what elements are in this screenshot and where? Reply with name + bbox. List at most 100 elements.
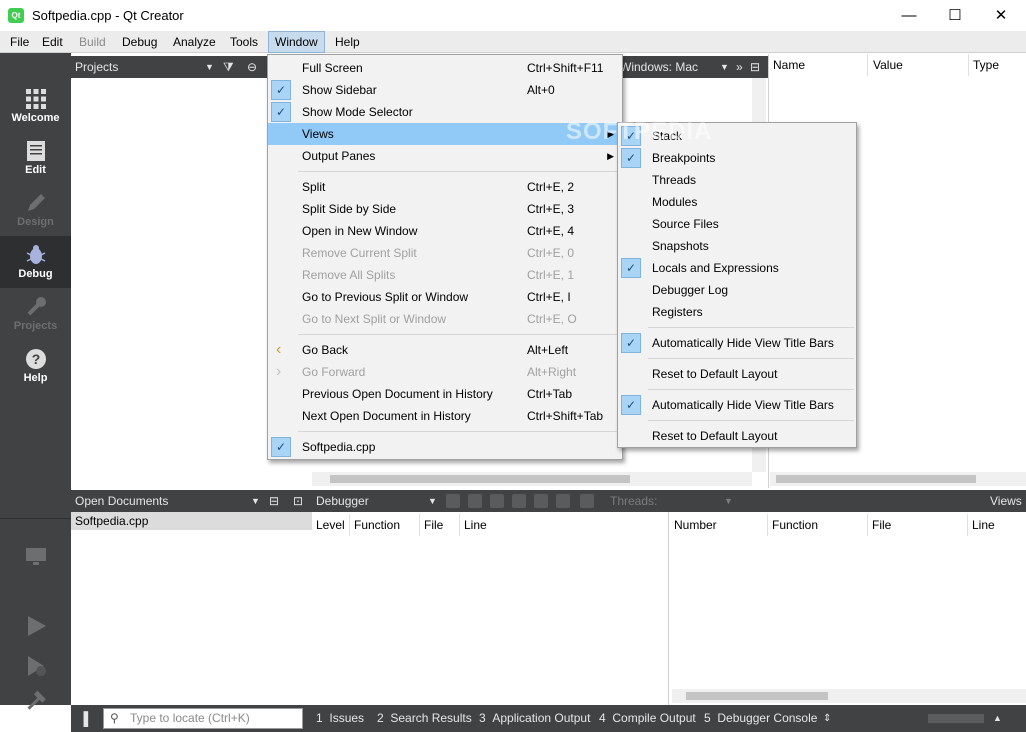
link-icon[interactable]: ⊖: [247, 56, 257, 78]
window-menu-item-split[interactable]: Split Ctrl+E, 2: [268, 176, 622, 198]
build-hammer-icon[interactable]: [24, 690, 48, 714]
editor-horizontal-scrollbar[interactable]: [312, 472, 752, 486]
mode-divider: [0, 518, 71, 519]
kit-label[interactable]: Windows: Mac: [620, 56, 698, 78]
locals-horizontal-scrollbar[interactable]: [770, 472, 1026, 486]
continue-icon[interactable]: [446, 494, 460, 508]
output-pane-button-2[interactable]: 2 Search Results: [377, 705, 472, 732]
views-menu-item-threads[interactable]: Threads: [618, 169, 856, 191]
views-menu-item-breakpoints[interactable]: ✓ Breakpoints: [618, 147, 856, 169]
window-menu-item-next-open-document-in-history[interactable]: Next Open Document in History Ctrl+Shift+…: [268, 405, 622, 427]
mode-design[interactable]: Design: [0, 184, 71, 236]
views-menu-item-registers[interactable]: Registers: [618, 301, 856, 323]
stack-column-line[interactable]: Line: [460, 514, 669, 536]
views-menu-item-debugger-log[interactable]: Debugger Log: [618, 279, 856, 301]
chevron-down-icon[interactable]: ▼: [428, 490, 437, 512]
output-pane-button-4[interactable]: 4 Compile Output: [599, 705, 696, 732]
breakpoints-column-function[interactable]: Function: [768, 514, 868, 536]
toggle-sidebar-icon[interactable]: ▐: [79, 705, 88, 732]
filter-icon[interactable]: ⧩: [223, 56, 234, 78]
maximize-button[interactable]: ☐: [932, 0, 978, 31]
locator-input[interactable]: ⚲ Type to locate (Ctrl+K): [103, 708, 303, 729]
window-menu-item-full-screen[interactable]: Full Screen Ctrl+Shift+F11: [268, 57, 622, 79]
menu-analyze[interactable]: Analyze: [167, 31, 222, 53]
mode-projects[interactable]: Projects: [0, 288, 71, 340]
run-play-icon[interactable]: [24, 614, 48, 638]
views-menu-item-locals-and-expressions[interactable]: ✓ Locals and Expressions: [618, 257, 856, 279]
step-into-icon[interactable]: [512, 494, 526, 508]
open-documents-title[interactable]: Open Documents: [75, 494, 168, 508]
window-menu-item-go-to-previous-split-or-window[interactable]: Go to Previous Split or Window Ctrl+E, I: [268, 286, 622, 308]
more-panes-icon[interactable]: ⇕: [823, 705, 831, 732]
breakpoints-horizontal-scrollbar[interactable]: [672, 689, 1026, 703]
stack-column-function[interactable]: Function: [350, 514, 420, 536]
chevron-up-icon[interactable]: ▲: [993, 705, 1002, 732]
scrollbar-thumb[interactable]: [776, 475, 976, 483]
help-icon: ?: [25, 348, 47, 370]
locals-column-type[interactable]: Type: [969, 54, 1026, 76]
stack-column-level[interactable]: Level: [312, 514, 350, 536]
menu-help[interactable]: Help: [329, 31, 366, 53]
close-pane-icon[interactable]: ⊡: [293, 490, 303, 512]
menu-build[interactable]: Build: [73, 31, 112, 53]
minimize-button[interactable]: —: [886, 0, 932, 31]
scrollbar-thumb[interactable]: [686, 692, 828, 700]
window-menu-item-split-side-by-side[interactable]: Split Side by Side Ctrl+E, 3: [268, 198, 622, 220]
window-menu-item-show-sidebar[interactable]: ✓ Show Sidebar Alt+0: [268, 79, 622, 101]
views-menu-item-snapshots[interactable]: Snapshots: [618, 235, 856, 257]
debugger-title[interactable]: Debugger: [316, 494, 369, 508]
views-menu-item-modules[interactable]: Modules: [618, 191, 856, 213]
breakpoints-column-line[interactable]: Line: [968, 514, 1026, 536]
menu-item-shortcut: Ctrl+Tab: [527, 387, 573, 401]
stop-icon[interactable]: [468, 494, 482, 508]
menu-edit[interactable]: Edit: [36, 31, 69, 53]
menu-file[interactable]: File: [4, 31, 35, 53]
menu-item-shortcut: Alt+0: [527, 83, 555, 97]
output-pane-button-5[interactable]: 5 Debugger Console: [704, 705, 817, 732]
window-menu-item-softpedia-cpp[interactable]: ✓ Softpedia.cpp: [268, 436, 622, 458]
chevron-down-icon[interactable]: ▼: [205, 56, 214, 78]
views-menu-item-reset-to-default-layout[interactable]: Reset to Default Layout: [618, 363, 856, 385]
views-button[interactable]: Views: [990, 490, 1022, 512]
restart-icon[interactable]: [556, 494, 570, 508]
window-menu-item-open-in-new-window[interactable]: Open in New Window Ctrl+E, 4: [268, 220, 622, 242]
split-icon[interactable]: ⊟: [269, 490, 279, 512]
menu-tools[interactable]: Tools: [224, 31, 264, 53]
chevron-down-icon[interactable]: ▼: [720, 56, 729, 78]
chevron-down-icon[interactable]: ▼: [724, 490, 733, 512]
menu-item-shortcut: Alt+Left: [527, 343, 569, 357]
views-menu-item-reset-to-default-layout[interactable]: Reset to Default Layout: [618, 425, 856, 447]
step-out-icon[interactable]: [534, 494, 548, 508]
output-pane-button-1[interactable]: 1 Issues: [316, 705, 364, 732]
menu-separator: [648, 420, 854, 421]
output-pane-button-3[interactable]: 3 Application Output: [479, 705, 590, 732]
views-menu-item-source-files[interactable]: Source Files: [618, 213, 856, 235]
breakpoints-column-number[interactable]: Number: [670, 514, 768, 536]
split-icon[interactable]: ⊟: [750, 56, 760, 78]
breakpoints-column-file[interactable]: File: [868, 514, 968, 536]
window-menu-item-go-back[interactable]: ‹ Go Back Alt+Left: [268, 339, 622, 361]
kit-selector-monitor-icon[interactable]: [24, 545, 48, 569]
start-debugging-icon[interactable]: [24, 654, 48, 678]
locals-column-name[interactable]: Name: [769, 54, 868, 76]
locals-column-value[interactable]: Value: [869, 54, 969, 76]
projects-pane-title[interactable]: Projects: [75, 60, 118, 74]
mode-welcome[interactable]: Welcome: [0, 80, 71, 132]
mode-edit[interactable]: Edit: [0, 132, 71, 184]
window-menu-item-previous-open-document-in-history[interactable]: Previous Open Document in History Ctrl+Ta…: [268, 383, 622, 405]
more-icon[interactable]: »: [736, 56, 743, 78]
menu-window[interactable]: Window: [268, 31, 325, 53]
views-menu-item-automatically-hide-view-title-bars[interactable]: ✓ Automatically Hide View Title Bars: [618, 332, 856, 354]
views-menu-item-automatically-hide-view-title-bars[interactable]: ✓ Automatically Hide View Title Bars: [618, 394, 856, 416]
close-button[interactable]: ✕: [978, 0, 1024, 31]
stack-column-file[interactable]: File: [420, 514, 460, 536]
scrollbar-thumb[interactable]: [330, 475, 630, 483]
mode-help[interactable]: ? Help: [0, 340, 71, 392]
window-menu-item-output-panes[interactable]: Output Panes ▶: [268, 145, 622, 167]
step-over-icon[interactable]: [490, 494, 504, 508]
chevron-down-icon[interactable]: ▼: [251, 490, 260, 512]
toggle-breakpoint-icon[interactable]: [580, 494, 594, 508]
mode-debug[interactable]: Debug: [0, 236, 71, 288]
open-document-item[interactable]: Softpedia.cpp: [71, 512, 312, 530]
menu-debug[interactable]: Debug: [116, 31, 163, 53]
